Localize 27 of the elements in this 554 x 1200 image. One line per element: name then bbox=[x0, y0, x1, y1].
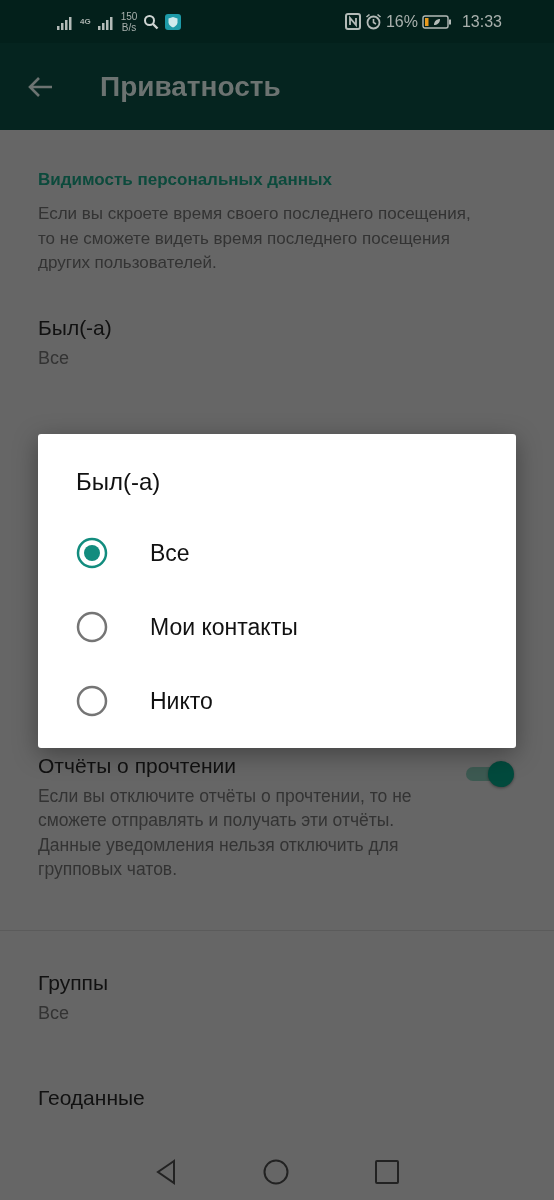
setting-title[interactable]: Группы bbox=[38, 970, 516, 995]
radio-option[interactable]: Все bbox=[76, 516, 190, 590]
home-icon[interactable] bbox=[263, 1159, 289, 1185]
radio-option[interactable]: Мои контакты bbox=[76, 590, 298, 664]
dialog-title: Был(-а) bbox=[76, 468, 162, 496]
back-icon[interactable] bbox=[155, 1159, 177, 1185]
radio-button[interactable] bbox=[76, 537, 108, 569]
back-arrow-icon[interactable] bbox=[28, 75, 54, 98]
network-type: 4G bbox=[80, 17, 91, 26]
section-heading: Видимость персональных данных bbox=[38, 170, 334, 190]
screen-title: Приватность bbox=[100, 70, 281, 103]
network-speed: 150 B/s bbox=[120, 10, 138, 33]
search-icon bbox=[143, 13, 160, 30]
radio-option[interactable]: Никто bbox=[76, 664, 213, 738]
battery-icon bbox=[421, 14, 452, 29]
battery-percent: 16% bbox=[385, 12, 418, 31]
setting-title[interactable]: Отчёты о прочтении bbox=[38, 753, 464, 778]
radio-button[interactable] bbox=[76, 611, 108, 643]
clock-time: 13:33 bbox=[461, 12, 502, 31]
shield-icon bbox=[165, 13, 182, 30]
toggle-switch[interactable] bbox=[464, 763, 514, 784]
setting-title[interactable]: Был(-а) bbox=[38, 315, 516, 340]
radio-button[interactable] bbox=[76, 685, 108, 717]
recents-icon[interactable] bbox=[375, 1160, 399, 1184]
nfc-icon bbox=[344, 13, 361, 30]
alarm-icon bbox=[364, 13, 382, 30]
setting-title[interactable]: Геоданные bbox=[38, 1085, 516, 1110]
